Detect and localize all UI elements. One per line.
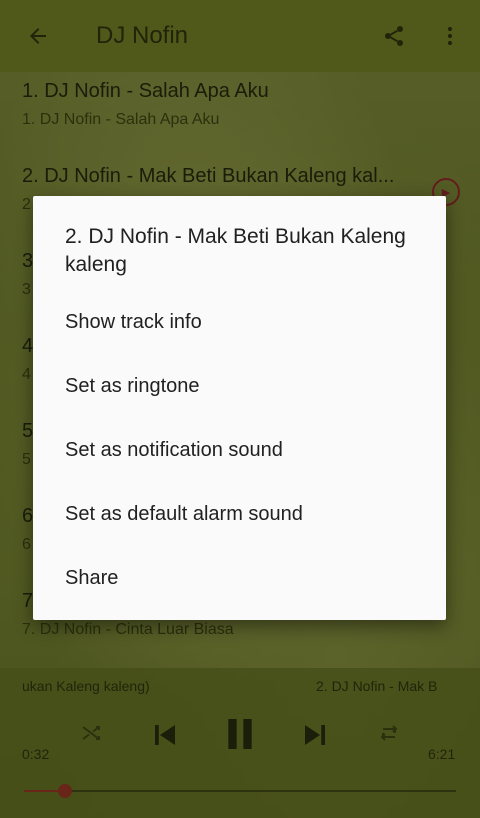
menu-item-show-track-info[interactable]: Show track info (65, 311, 202, 334)
dialog-title: 2. DJ Nofin - Mak Beti Bukan Kaleng kale… (65, 225, 406, 276)
menu-item-share[interactable]: Share (65, 567, 118, 590)
track-options-dialog: 2. DJ Nofin - Mak Beti Bukan Kaleng kale… (33, 196, 446, 620)
menu-item-set-ringtone[interactable]: Set as ringtone (65, 375, 200, 398)
music-player-app: DJ Nofin 1. DJ Nofin - Salah Apa Aku 1. … (0, 0, 480, 818)
menu-item-set-alarm-sound[interactable]: Set as default alarm sound (65, 503, 303, 526)
menu-item-set-notification-sound[interactable]: Set as notification sound (65, 439, 283, 462)
